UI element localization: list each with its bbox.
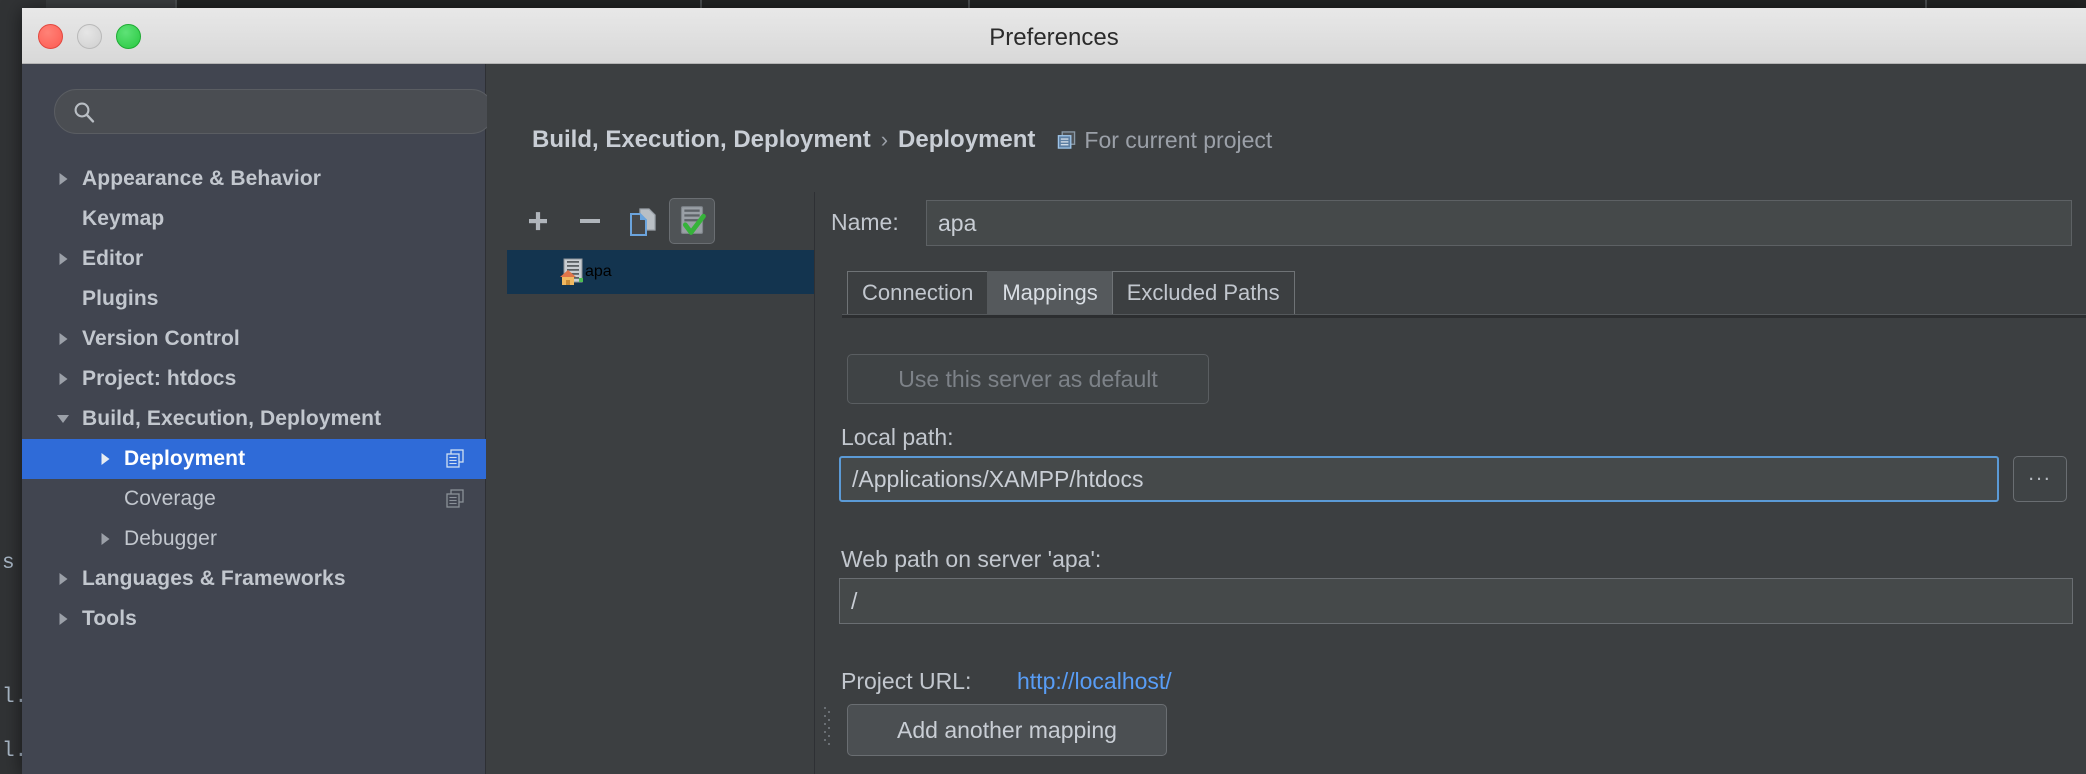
use-this-server-as-default-button[interactable]: Use this server as default — [847, 354, 1209, 404]
project-url-label: Project URL: — [841, 668, 972, 694]
window-title: Preferences — [989, 24, 1119, 51]
sidebar-item-keymap[interactable]: Keymap — [22, 199, 486, 239]
chevron-down-icon[interactable] — [56, 412, 70, 426]
chevron-right-icon[interactable] — [98, 532, 112, 546]
tab-label: Excluded Paths — [1126, 280, 1280, 305]
sidebar-item-plugins[interactable]: Plugins — [22, 279, 486, 319]
window-titlebar: Preferences — [22, 8, 2086, 64]
breadcrumb-part-1[interactable]: Build, Execution, Deployment — [532, 126, 871, 154]
sidebar-item-label: Plugins — [82, 287, 159, 310]
local-path-input[interactable] — [839, 456, 1999, 502]
chevron-right-icon[interactable] — [56, 332, 70, 346]
browse-local-path-button[interactable]: ... — [2013, 456, 2067, 502]
name-label: Name: — [831, 209, 899, 235]
settings-tree: Appearance & Behavior Keymap Editor Plugins… — [22, 159, 486, 639]
chevron-right-icon[interactable] — [56, 612, 70, 626]
sidebar-item-tools[interactable]: Tools — [22, 599, 486, 639]
chevron-right-icon[interactable] — [56, 172, 70, 186]
tab-label: Connection — [862, 280, 974, 305]
chevron-right-icon[interactable] — [56, 372, 70, 386]
add-another-mapping-button[interactable]: Add another mapping — [847, 704, 1167, 756]
sidebar-item-build-execution-deployment[interactable]: Build, Execution, Deployment — [22, 399, 486, 439]
project-url-link[interactable]: http://localhost/ — [1017, 668, 1172, 695]
sidebar-item-debugger[interactable]: Debugger — [22, 519, 486, 559]
breadcrumb-part-2: Deployment — [898, 126, 1036, 153]
web-path-label: Web path on server 'apa': — [841, 546, 1102, 572]
settings-content-pane: Build, Execution, Deployment › Deploymen… — [487, 64, 2086, 774]
deployment-mappings-form: Name: Connection Mappings Excluded Paths U… — [817, 192, 2086, 774]
sidebar-item-version-control[interactable]: Version Control — [22, 319, 486, 359]
name-row: Name: — [817, 200, 2086, 246]
module-scope-icon — [446, 449, 464, 468]
name-input[interactable] — [926, 200, 2072, 246]
sidebar-item-label: Deployment — [124, 447, 246, 470]
sidebar-item-label: Build, Execution, Deployment — [82, 407, 382, 430]
sidebar-item-label: Version Control — [82, 327, 240, 350]
server-list[interactable]: apa — [507, 250, 814, 774]
breadcrumb: Build, Execution, Deployment › Deploymen… — [532, 126, 1272, 154]
sidebar-item-label: Coverage — [124, 487, 216, 510]
chevron-right-icon[interactable] — [56, 572, 70, 586]
web-path-input[interactable] — [839, 578, 2073, 624]
splitter-handle[interactable] — [823, 704, 831, 748]
server-list-column: apa — [507, 192, 815, 774]
settings-sidebar: Appearance & Behavior Keymap Editor Plugins… — [22, 64, 494, 774]
sidebar-item-label: Debugger — [124, 527, 218, 550]
sidebar-item-coverage[interactable]: Coverage — [22, 479, 486, 519]
breadcrumb-scope-label: For current project — [1084, 126, 1273, 153]
sidebar-item-label: Tools — [82, 607, 137, 630]
settings-tabs: Connection Mappings Excluded Paths — [847, 269, 1295, 315]
sidebar-item-languages-frameworks[interactable]: Languages & Frameworks — [22, 559, 486, 599]
add-server-button[interactable] — [515, 198, 561, 244]
sidebar-item-label: Editor — [82, 247, 144, 270]
copy-server-icon[interactable] — [619, 198, 665, 244]
window-body: Appearance & Behavior Keymap Editor Plugins… — [22, 64, 2086, 774]
tab-connection[interactable]: Connection — [847, 271, 988, 315]
search-input[interactable] — [105, 90, 485, 133]
search-field-wrapper[interactable] — [54, 89, 494, 134]
sidebar-item-label: Languages & Frameworks — [82, 567, 346, 590]
module-scope-icon — [1058, 131, 1076, 149]
sidebar-item-editor[interactable]: Editor — [22, 239, 486, 279]
sidebar-item-project-htdocs[interactable]: Project: htdocs — [22, 359, 486, 399]
tab-mappings[interactable]: Mappings — [987, 271, 1112, 315]
search-icon — [74, 102, 95, 123]
sidebar-item-deployment[interactable]: Deployment — [22, 439, 486, 479]
module-scope-icon — [446, 489, 464, 508]
chevron-right-icon[interactable] — [98, 452, 112, 466]
set-default-server-icon[interactable] — [669, 198, 715, 244]
chevron-right-icon[interactable] — [56, 252, 70, 266]
sidebar-item-appearance-behavior[interactable]: Appearance & Behavior — [22, 159, 486, 199]
server-toolbar — [507, 192, 815, 250]
breadcrumb-separator: › — [880, 127, 889, 152]
server-list-item-label: apa — [585, 263, 612, 280]
sidebar-item-label: Project: htdocs — [82, 367, 237, 390]
backdrop-code-line-1: s — [2, 552, 15, 575]
remove-server-button[interactable] — [567, 198, 613, 244]
local-path-label: Local path: — [841, 424, 954, 450]
sidebar-item-label: Keymap — [82, 207, 165, 230]
server-list-item[interactable]: apa — [507, 250, 814, 294]
preferences-window: Preferences Appearance & Behavior Keymap E… — [22, 8, 2086, 774]
tab-excluded-paths[interactable]: Excluded Paths — [1111, 271, 1295, 315]
web-server-icon — [560, 258, 583, 285]
tab-label: Mappings — [1002, 280, 1098, 305]
tab-underline — [842, 314, 2086, 318]
sidebar-item-label: Appearance & Behavior — [82, 167, 322, 190]
